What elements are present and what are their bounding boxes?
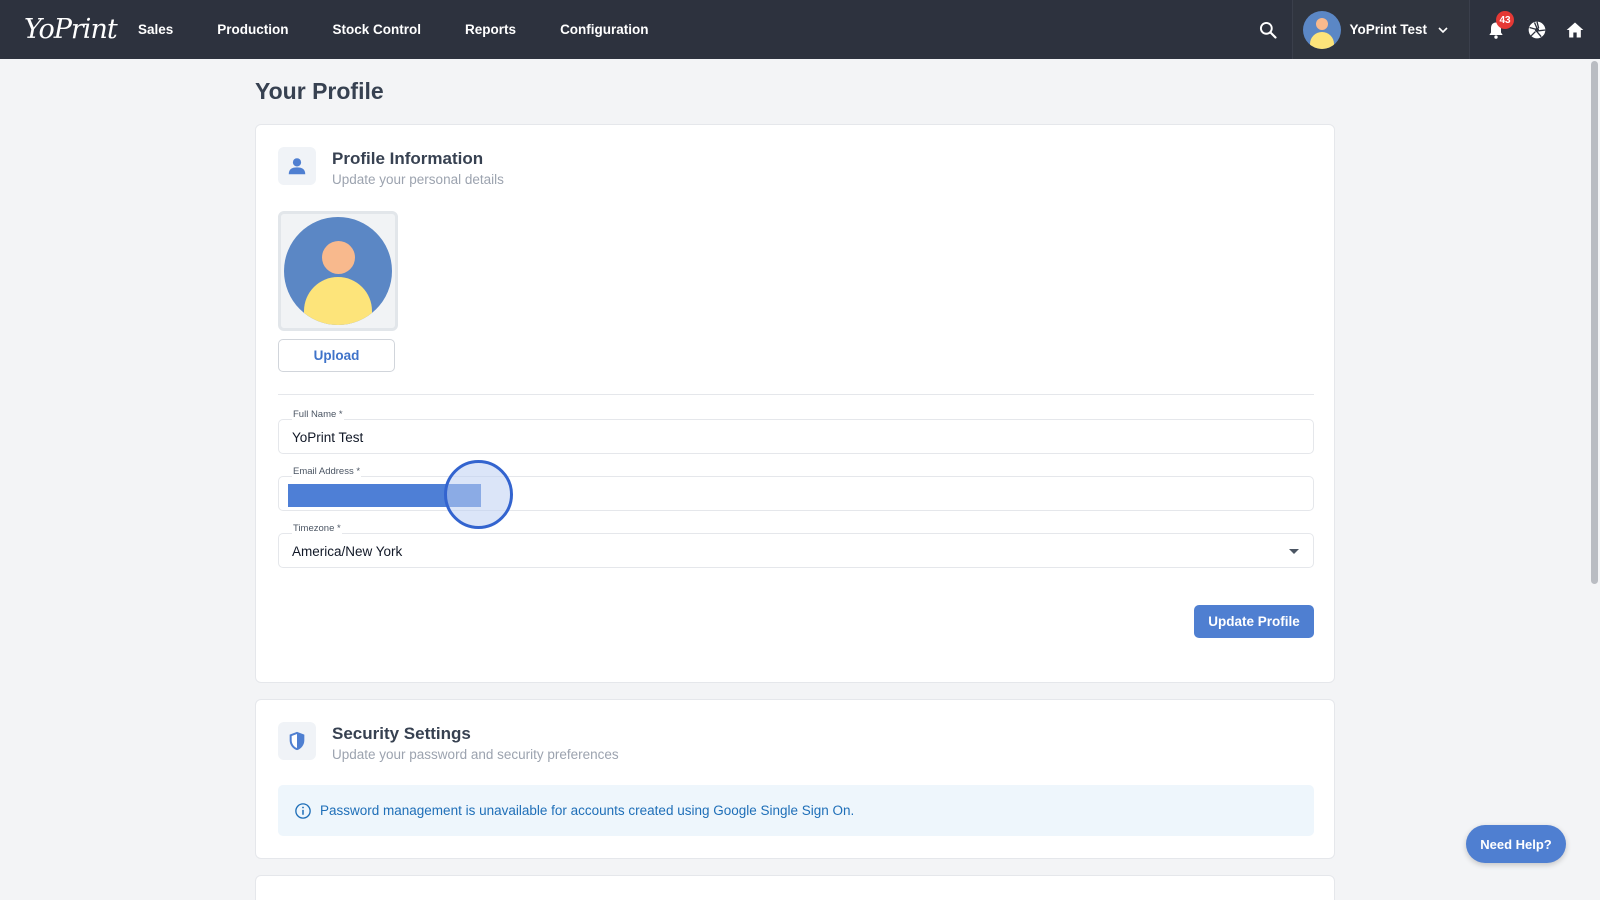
profile-section-header: Profile Information Update your personal… [278,147,504,187]
need-help-button[interactable]: Need Help? [1466,825,1566,863]
home-icon [1566,22,1584,37]
top-navbar: YoPrint Sales Production Stock Control R… [0,0,1600,59]
divider [278,394,1314,395]
timezone-select[interactable]: Timezone * America/New York [278,523,1314,568]
aperture-icon [1528,21,1546,38]
info-icon [295,802,311,819]
profile-avatar-frame [278,211,398,331]
security-section-subtitle: Update your password and security prefer… [332,747,619,762]
section-icon-box [278,722,316,760]
home-button[interactable] [1556,0,1594,59]
nav-reports[interactable]: Reports [443,0,538,59]
nav-configuration[interactable]: Configuration [538,0,670,59]
sso-notice-text: Password management is unavailable for a… [320,803,855,818]
security-section-header: Security Settings Update your password a… [278,722,619,762]
top-right-actions: YoPrint Test 43 [1248,0,1600,59]
update-profile-button[interactable]: Update Profile [1194,605,1314,638]
full-name-field[interactable]: Full Name * YoPrint Test [278,409,1314,454]
caret-down-icon [1289,549,1299,554]
user-menu[interactable]: YoPrint Test [1292,0,1470,59]
nav-production[interactable]: Production [195,0,310,59]
profile-information-card: Profile Information Update your personal… [255,124,1335,683]
page-title: Your Profile [255,78,384,104]
profile-section-subtitle: Update your personal details [332,172,504,187]
search-button[interactable] [1248,0,1288,59]
shield-icon [289,731,305,751]
chevron-down-icon [1438,26,1448,33]
email-field[interactable]: Email Address * [278,460,1314,529]
nav-sales[interactable]: Sales [130,0,195,59]
security-section-title: Security Settings [332,724,471,743]
full-name-value: YoPrint Test [292,430,364,445]
click-cursor-indicator [444,460,513,529]
next-section-card [255,875,1335,900]
yoprint-logo[interactable]: YoPrint [24,10,118,50]
full-name-label: Full Name * [292,409,344,420]
scrollbar-thumb[interactable] [1591,61,1598,584]
notifications-button[interactable]: 43 [1474,0,1518,59]
profile-section-title: Profile Information [332,149,484,168]
section-icon-box [278,147,316,185]
search-icon [1260,21,1278,39]
sso-notice: Password management is unavailable for a… [278,785,1314,836]
upload-button[interactable]: Upload [278,339,395,372]
security-settings-card: Security Settings Update your password a… [255,699,1335,859]
nav-stock-control[interactable]: Stock Control [311,0,444,59]
timezone-value: America/New York [292,544,403,559]
timezone-label: Timezone * [292,523,342,534]
main-nav: Sales Production Stock Control Reports C… [130,0,671,59]
email-label: Email Address * [292,466,362,477]
avatar [1303,10,1342,49]
profile-avatar [284,217,392,325]
user-name: YoPrint Test [1349,22,1427,37]
aperture-button[interactable] [1518,0,1556,59]
notification-badge: 43 [1496,11,1514,29]
user-icon [288,158,306,175]
page-scrollbar[interactable] [1588,59,1600,900]
